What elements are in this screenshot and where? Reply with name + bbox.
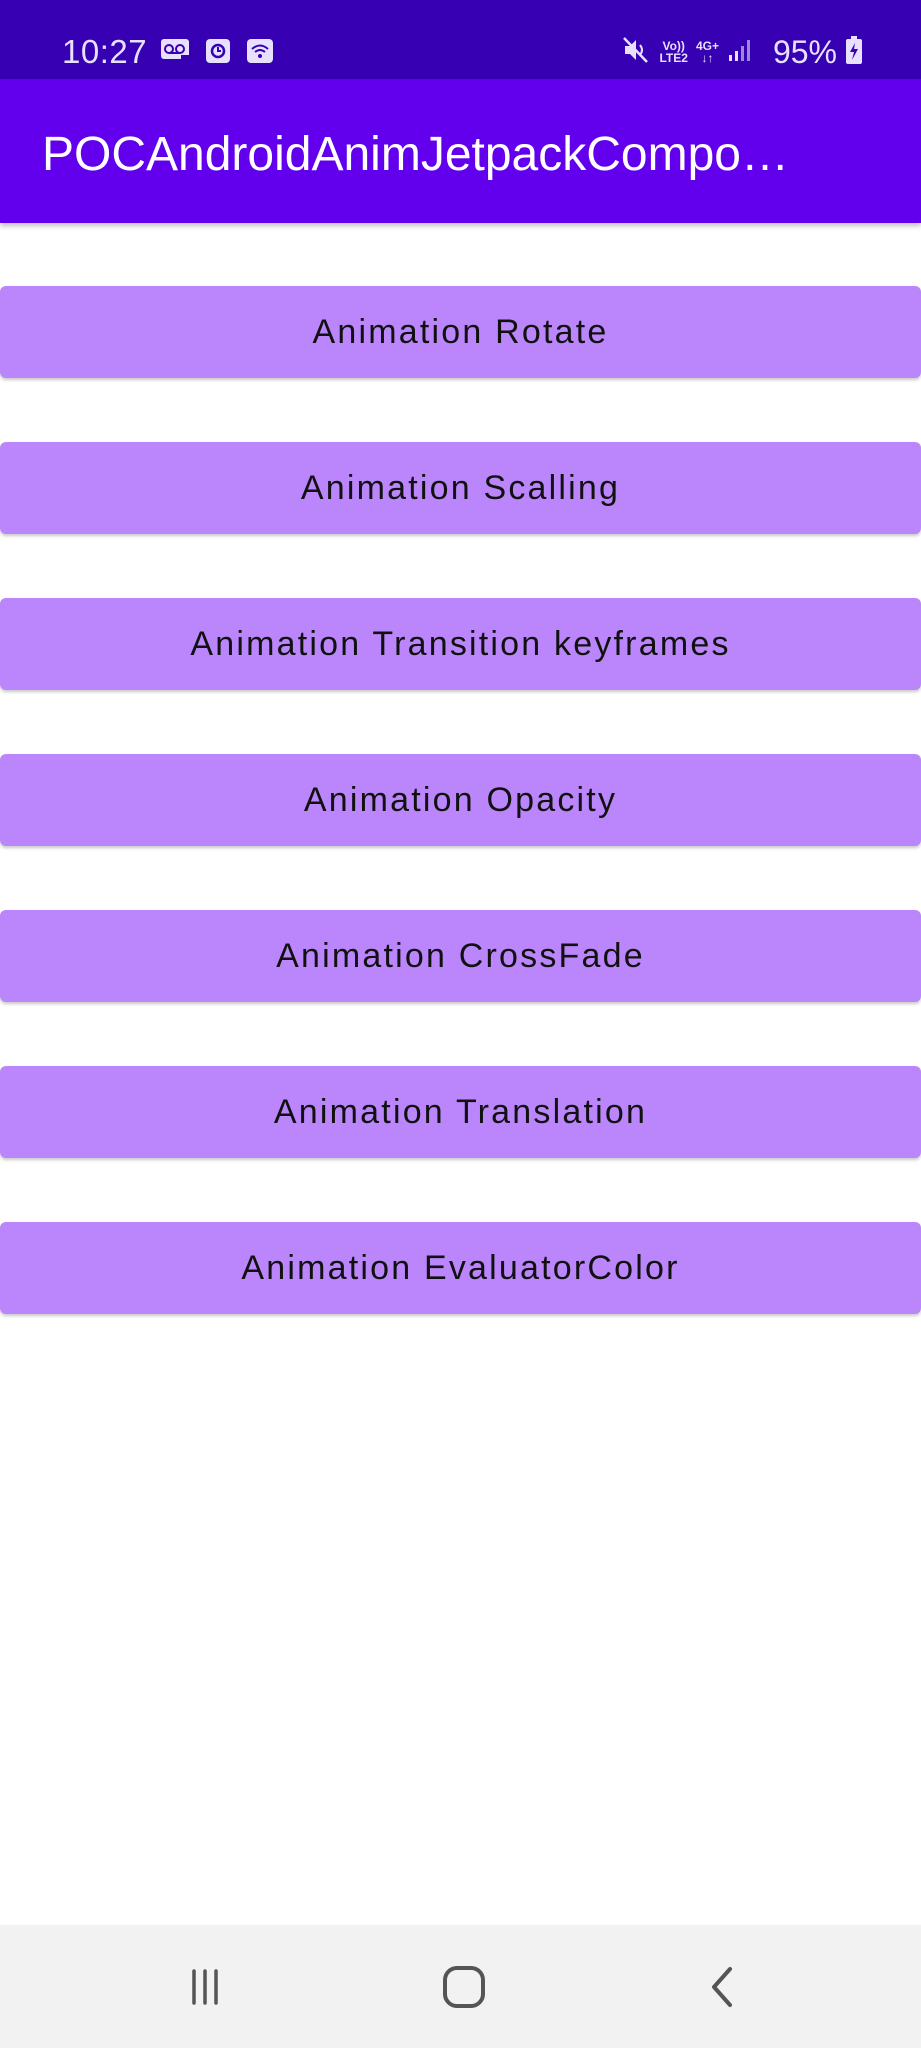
home-icon[interactable] <box>424 1955 504 2019</box>
battery-charging-icon <box>845 35 863 70</box>
animation-translation-button[interactable]: Animation Translation <box>0 1066 921 1158</box>
network-type-label: 4G+ ↓↑ <box>696 40 719 64</box>
data-arrows-icon: ↓↑ <box>701 51 714 65</box>
animation-transition-keyframes-button[interactable]: Animation Transition keyframes <box>0 598 921 690</box>
wifi-icon <box>246 38 274 69</box>
navigation-bar <box>0 1925 921 2048</box>
clock-icon <box>205 38 231 69</box>
status-notification-icons <box>160 38 274 69</box>
animation-rotate-button[interactable]: Animation Rotate <box>0 286 921 378</box>
status-bar: 10:27 Vo)) LTE2 4G+ ↓↑ 95% <box>0 0 921 79</box>
back-icon[interactable] <box>682 1955 762 2019</box>
animation-evaluatorcolor-button[interactable]: Animation EvaluatorColor <box>0 1222 921 1314</box>
mute-icon <box>621 35 651 70</box>
animation-button-list: Animation Rotate Animation Scalling Anim… <box>0 286 921 1378</box>
battery-percent: 95% <box>772 34 837 70</box>
app-title: POCAndroidAnimJetpackCompo… <box>42 128 789 181</box>
animation-scalling-button[interactable]: Animation Scalling <box>0 442 921 534</box>
animation-opacity-button[interactable]: Animation Opacity <box>0 754 921 846</box>
app-bar: POCAndroidAnimJetpackCompo… <box>0 79 921 223</box>
recent-apps-icon[interactable] <box>165 1955 245 2019</box>
network-volte-label: Vo)) LTE2 <box>659 40 687 64</box>
lte-text: LTE2 <box>659 51 688 65</box>
status-system-icons: Vo)) LTE2 4G+ ↓↑ 95% <box>621 32 863 72</box>
signal-icon <box>727 37 753 68</box>
status-time: 10:27 <box>62 33 148 70</box>
animation-crossfade-button[interactable]: Animation CrossFade <box>0 910 921 1002</box>
voicemail-icon <box>160 38 190 69</box>
